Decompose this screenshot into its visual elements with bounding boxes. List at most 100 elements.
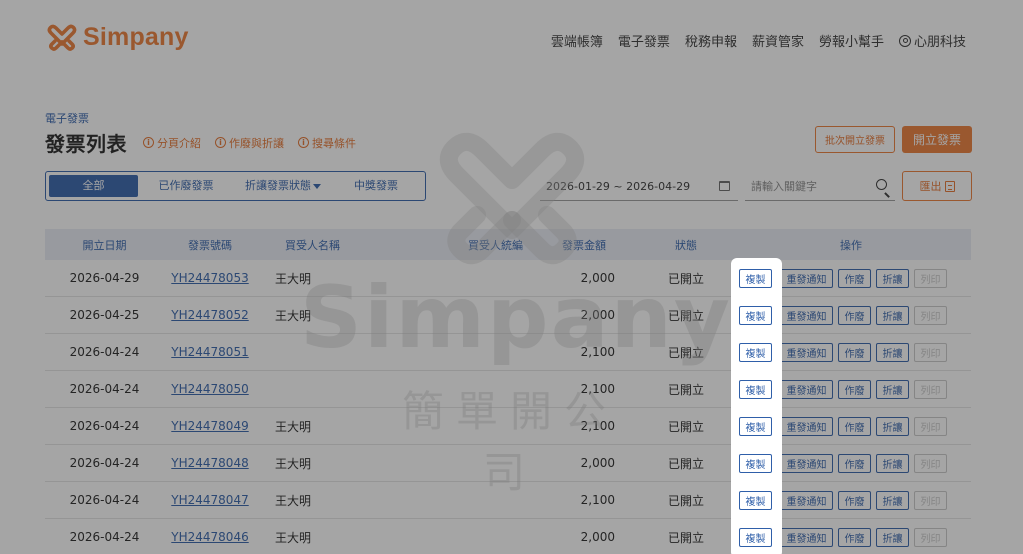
cell-invoice-number: YH24478048 [164,456,256,470]
resend-notice-button[interactable]: 重發通知 [780,453,833,473]
print-button: 列印 [914,416,947,436]
column-header: 開立日期 [82,238,127,252]
cell-invoice-number: YH24478049 [164,419,256,433]
allowance-button[interactable]: 折讓 [876,379,909,399]
cell-buyer-name: 王大明 [275,419,312,434]
print-button: 列印 [914,527,947,547]
logo-mark-icon [47,24,77,51]
print-button: 列印 [914,453,947,473]
help-link-pages[interactable]: i 分頁介紹 [143,135,201,151]
tab-allowance-status[interactable]: 折讓發票狀態 [234,175,332,197]
cell-amount: 2,000 [580,308,615,322]
cell-status: 已開立 [667,456,704,471]
copy-column-spotlight: 複製 複製 複製 複製 複製 複製 複製 複製 [731,258,782,554]
search-box [745,172,895,201]
print-button: 列印 [914,305,947,325]
invoice-number-link[interactable]: YH24478052 [171,308,248,322]
void-button[interactable]: 作廢 [838,305,871,325]
allowance-button[interactable]: 折讓 [876,490,909,510]
tab-all[interactable]: 全部 [49,175,138,197]
invoice-number-link[interactable]: YH24478053 [171,271,248,285]
void-button[interactable]: 作廢 [838,490,871,510]
export-button[interactable]: 匯出 [902,171,972,201]
copy-button-highlighted[interactable]: 複製 [739,343,772,362]
table-row: 2026-04-24 YH24478049 王大明 2,100 已開立 複製重發通知作廢折… [45,408,971,445]
resend-notice-button[interactable]: 重發通知 [780,490,833,510]
date-range-value: 2026-01-29 ~ 2026-04-29 [546,179,691,193]
help-links: i 分頁介紹 i 作廢與折讓 i 搜尋條件 [143,135,356,151]
copy-button-highlighted[interactable]: 複製 [739,528,772,547]
table-row: 2026-04-29 YH24478053 王大明 2,000 已開立 複製重發通知作廢折… [45,260,971,297]
void-button[interactable]: 作廢 [838,527,871,547]
nav-item-tax[interactable]: 稅務申報 [685,31,737,50]
help-link-label: 分頁介紹 [157,136,201,150]
allowance-button[interactable]: 折讓 [876,305,909,325]
column-header: 狀態 [675,238,697,252]
copy-button-highlighted[interactable]: 複製 [739,417,772,436]
invoice-number-link[interactable]: YH24478051 [171,345,248,359]
nav-user-menu[interactable]: 心朋科技 [898,31,966,50]
nav-item-einvoice[interactable]: 電子發票 [618,31,670,50]
allowance-button[interactable]: 折讓 [876,527,909,547]
search-icon[interactable] [876,179,887,190]
table-row: 2026-04-24 YH24478046 王大明 2,000 已開立 複製重發通知作廢折… [45,519,971,554]
excel-icon [944,180,955,192]
allowance-button[interactable]: 折讓 [876,416,909,436]
invoice-number-link[interactable]: YH24478047 [171,493,248,507]
copy-button-highlighted[interactable]: 複製 [739,454,772,473]
nav-item-books[interactable]: 雲端帳簿 [551,31,603,50]
date-range-picker[interactable]: 2026-01-29 ~ 2026-04-29 [540,172,738,201]
column-header: 發票號碼 [188,238,232,252]
cell-invoice-number: YH24478046 [164,530,256,544]
brand-logo[interactable]: Simpany [47,22,189,52]
copy-button-highlighted[interactable]: 複製 [739,306,772,325]
table-row: 2026-04-24 YH24478047 王大明 2,100 已開立 複製重發通知作廢折… [45,482,971,519]
nav-item-labor[interactable]: 勞報小幫手 [819,31,884,50]
help-link-search[interactable]: i 搜尋條件 [298,135,356,151]
help-link-label: 作廢與折讓 [229,136,284,150]
allowance-button[interactable]: 折讓 [876,453,909,473]
resend-notice-button[interactable]: 重發通知 [780,268,833,288]
void-button[interactable]: 作廢 [838,342,871,362]
invoice-table: 開立日期 發票號碼 買受人名稱 買受人統編 發票金額 狀態 操作 2026-04… [45,229,971,554]
copy-button-highlighted[interactable]: 複製 [739,491,772,510]
copy-button-highlighted[interactable]: 複製 [739,269,772,288]
export-label: 匯出 [919,180,942,193]
breadcrumb[interactable]: 電子發票 [45,110,89,126]
invoice-number-link[interactable]: YH24478050 [171,382,248,396]
tab-winning[interactable]: 中獎發票 [332,175,420,197]
void-button[interactable]: 作廢 [838,416,871,436]
table-body: 2026-04-29YH24478053王大明2,000已開立複製重發通知作廢折… [45,260,971,554]
issue-invoice-button[interactable]: 開立發票 [902,126,972,153]
tab-voided[interactable]: 已作廢發票 [138,175,234,197]
tab-label: 折讓發票狀態 [245,179,311,192]
resend-notice-button[interactable]: 重發通知 [780,527,833,547]
allowance-button[interactable]: 折讓 [876,342,909,362]
resend-notice-button[interactable]: 重發通知 [780,416,833,436]
void-button[interactable]: 作廢 [838,453,871,473]
top-header: Simpany 雲端帳簿 電子發票 稅務申報 薪資管家 勞報小幫手 心朋科技 [0,0,1023,80]
cell-buyer-name: 王大明 [275,530,312,545]
info-icon: i [143,137,154,148]
batch-issue-button[interactable]: 批次開立發票 [815,126,895,153]
title-row: 發票列表 i 分頁介紹 i 作廢與折讓 i 搜尋條件 [45,128,356,157]
column-header: 買受人名稱 [285,238,340,252]
resend-notice-button[interactable]: 重發通知 [780,342,833,362]
resend-notice-button[interactable]: 重發通知 [780,305,833,325]
void-button[interactable]: 作廢 [838,268,871,288]
void-button[interactable]: 作廢 [838,379,871,399]
table-row: 2026-04-25 YH24478052 王大明 2,000 已開立 複製重發通知作廢折… [45,297,971,334]
help-link-label: 搜尋條件 [312,136,356,150]
cell-status: 已開立 [667,530,704,545]
search-input[interactable] [745,172,865,200]
invoice-number-link[interactable]: YH24478049 [171,419,248,433]
allowance-button[interactable]: 折讓 [876,268,909,288]
column-header: 買受人統編 [468,238,523,252]
help-link-void[interactable]: i 作廢與折讓 [215,135,284,151]
copy-button-highlighted[interactable]: 複製 [739,380,772,399]
invoice-number-link[interactable]: YH24478048 [171,456,248,470]
table-header: 開立日期 發票號碼 買受人名稱 買受人統編 發票金額 狀態 操作 [45,229,971,260]
resend-notice-button[interactable]: 重發通知 [780,379,833,399]
invoice-number-link[interactable]: YH24478046 [171,530,248,544]
nav-item-payroll[interactable]: 薪資管家 [752,31,804,50]
